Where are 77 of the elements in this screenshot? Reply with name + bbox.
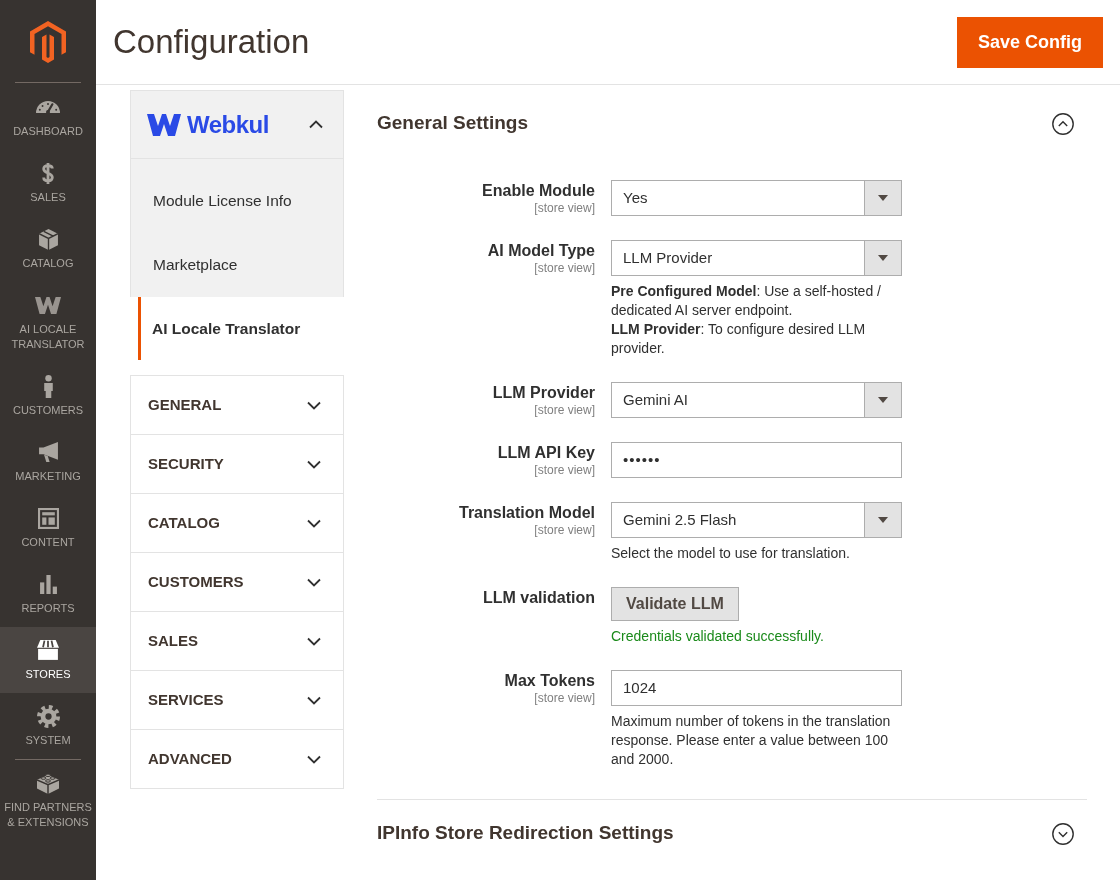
- chevron-down-icon[interactable]: [307, 754, 321, 764]
- nav-section[interactable]: SERVICES: [130, 671, 344, 730]
- field-label: AI Model Type: [487, 241, 595, 261]
- sidebar-item[interactable]: CATALOG: [0, 216, 96, 282]
- field-note: Select the model to use for translation.: [611, 544, 851, 563]
- sidebar-item[interactable]: FIND PARTNERS & EXTENSIONS: [0, 760, 96, 841]
- gear-icon: [36, 704, 60, 728]
- bar-chart-icon: [39, 574, 57, 594]
- nav-item[interactable]: Module License Info: [130, 159, 344, 233]
- save-config-button[interactable]: Save Config: [956, 16, 1103, 68]
- select-field[interactable]: Gemini 2.5 Flash: [611, 502, 902, 538]
- section-heading[interactable]: General Settings: [377, 109, 528, 138]
- gauge-icon: [36, 101, 60, 113]
- chevron-down-circle-icon[interactable]: [1052, 822, 1074, 845]
- password-field[interactable]: ••••••: [611, 442, 902, 478]
- chevron-down-icon[interactable]: [307, 577, 321, 587]
- vendor-tab[interactable]: Webkul: [130, 90, 344, 159]
- scope-label: [store view]: [534, 201, 595, 215]
- sidebar-item[interactable]: MARKETING: [0, 429, 96, 495]
- field-note: Pre Configured Model: Use a self-hosted / dedicated AI server endpoint.: [611, 282, 882, 320]
- nav-section[interactable]: CUSTOMERS: [130, 553, 344, 612]
- nav-section[interactable]: GENERAL: [130, 376, 344, 435]
- nav-section[interactable]: CATALOG: [130, 494, 344, 553]
- sidebar-item[interactable]: DASHBOARD: [0, 84, 96, 150]
- nav-item[interactable]: Marketplace: [130, 233, 344, 297]
- sidebar-item[interactable]: CUSTOMERS: [0, 363, 96, 429]
- scope-label: [store view]: [534, 691, 595, 705]
- page-title: Configuration: [113, 23, 310, 61]
- scope-label: [store view]: [534, 463, 595, 477]
- caret-down-icon[interactable]: [864, 241, 901, 275]
- brick-icon: [37, 772, 59, 794]
- chevron-down-icon[interactable]: [307, 400, 321, 410]
- scope-label: [store view]: [534, 261, 595, 275]
- layout-icon: [37, 507, 59, 529]
- dollar-icon: [42, 162, 54, 184]
- sidebar-item[interactable]: STORES: [0, 627, 96, 693]
- select-field[interactable]: LLM Provider: [611, 240, 902, 276]
- box-icon: [38, 228, 58, 250]
- sidebar-item[interactable]: SALES: [0, 150, 96, 216]
- select-field[interactable]: Yes: [611, 180, 902, 216]
- chevron-down-icon[interactable]: [307, 636, 321, 646]
- w-logo-icon: [147, 113, 181, 136]
- nav-section[interactable]: ADVANCED: [130, 730, 344, 789]
- chevron-down-icon[interactable]: [307, 518, 321, 528]
- scope-label: [store view]: [534, 403, 595, 417]
- field-label: LLM validation: [483, 588, 595, 608]
- chevron-up-icon[interactable]: [309, 120, 323, 129]
- nav-section[interactable]: SALES: [130, 612, 344, 671]
- text-field[interactable]: 1024: [611, 670, 902, 706]
- field-label: Max Tokens: [504, 671, 595, 691]
- field-label: Translation Model: [459, 503, 595, 523]
- sidebar-item[interactable]: SYSTEM: [0, 693, 96, 759]
- select-field[interactable]: Gemini AI: [611, 382, 902, 418]
- field-note: LLM Provider: To configure desired LLM provider.: [611, 320, 867, 358]
- validate-button[interactable]: Validate LLM: [611, 587, 739, 621]
- storefront-icon: [37, 640, 59, 660]
- field-label: LLM API Key: [497, 443, 595, 463]
- sidebar-item[interactable]: REPORTS: [0, 561, 96, 627]
- chevron-down-icon[interactable]: [307, 695, 321, 705]
- hexagon-logo-icon[interactable]: [30, 21, 66, 63]
- nav-section[interactable]: SECURITY: [130, 435, 344, 494]
- field-label: LLM Provider: [492, 383, 595, 403]
- sidebar-item[interactable]: CONTENT: [0, 495, 96, 561]
- section-heading[interactable]: IPInfo Store Redirection Settings: [377, 819, 674, 848]
- chevron-up-circle-icon[interactable]: [1052, 112, 1074, 135]
- field-label: Enable Module: [482, 181, 595, 201]
- sidebar-item[interactable]: AI LOCALE TRANSLATOR: [0, 282, 96, 363]
- w-logo-icon: [35, 295, 61, 315]
- status-message: Credentials validated successfully.: [611, 627, 825, 646]
- person-icon: [43, 374, 53, 398]
- megaphone-icon: [38, 442, 58, 462]
- chevron-down-icon[interactable]: [307, 459, 321, 469]
- caret-down-icon[interactable]: [864, 383, 901, 417]
- field-note: Maximum number of tokens in the translation response. Please enter a value between 100 and 2000.: [611, 712, 892, 769]
- caret-down-icon[interactable]: [864, 503, 901, 537]
- caret-down-icon[interactable]: [864, 181, 901, 215]
- scope-label: [store view]: [534, 523, 595, 537]
